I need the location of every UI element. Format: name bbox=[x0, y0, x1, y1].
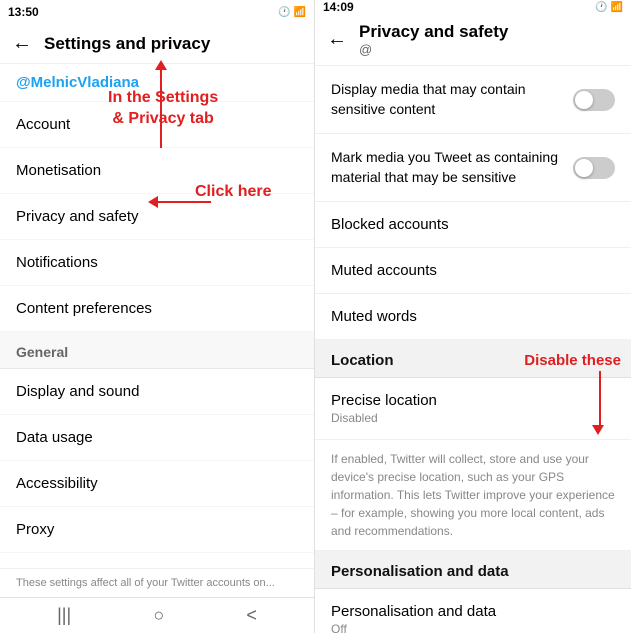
annotation-arrow-up bbox=[155, 60, 167, 148]
monetisation-menu-item[interactable]: Monetisation bbox=[0, 148, 314, 194]
right-time: 14:09 bbox=[323, 0, 354, 14]
mark-sensitive-toggle[interactable] bbox=[573, 157, 615, 179]
right-panel: 14:09 🕐 📶 ← Privacy and safety @ Display… bbox=[315, 0, 631, 633]
signal-icon: 📶 bbox=[294, 7, 306, 18]
location-description: If enabled, Twitter will collect, store … bbox=[315, 440, 631, 551]
left-bottom-nav: ||| ○ < bbox=[0, 597, 314, 633]
right-header: ← Privacy and safety @ bbox=[315, 14, 631, 66]
right-signal-icon: 📶 bbox=[611, 2, 623, 13]
left-time: 13:50 bbox=[8, 5, 39, 19]
left-nav-menu-icon[interactable]: ||| bbox=[57, 605, 71, 626]
annotation-disable-text: Disable these bbox=[524, 352, 621, 369]
about-twitter-menu-item[interactable]: About Twitter bbox=[0, 553, 314, 568]
right-page-subtitle: @ bbox=[359, 42, 508, 57]
right-status-icons: 🕐 📶 bbox=[595, 2, 623, 13]
left-nav-home-icon[interactable]: ○ bbox=[153, 605, 164, 626]
sensitive-content-toggle-item[interactable]: Display media that may contain sensitive… bbox=[315, 66, 631, 134]
muted-words-item[interactable]: Muted words bbox=[315, 294, 631, 340]
annotation-disable-container: Disable these bbox=[524, 352, 621, 435]
arrow-line-down bbox=[599, 371, 601, 426]
annotation-click-arrow bbox=[148, 196, 211, 208]
left-header: ← Settings and privacy bbox=[0, 24, 314, 64]
left-status-bar: 13:50 🕐 📶 bbox=[0, 0, 314, 24]
right-page-title: Privacy and safety bbox=[359, 22, 508, 42]
content-preferences-menu-item[interactable]: Content preferences bbox=[0, 286, 314, 332]
mark-sensitive-label: Mark media you Tweet as containing mater… bbox=[331, 148, 573, 187]
proxy-menu-item[interactable]: Proxy bbox=[0, 507, 314, 553]
notifications-menu-item[interactable]: Notifications bbox=[0, 240, 314, 286]
left-footer-text: These settings affect all of your Twitte… bbox=[0, 568, 314, 597]
personalisation-section-header: Personalisation and data bbox=[315, 551, 631, 589]
arrow-line-vertical bbox=[160, 68, 162, 148]
display-sound-menu-item[interactable]: Display and sound bbox=[0, 369, 314, 415]
annotation-disable-arrow bbox=[592, 371, 621, 435]
accessibility-menu-item[interactable]: Accessibility bbox=[0, 461, 314, 507]
left-back-button[interactable]: ← bbox=[12, 32, 32, 55]
sensitive-content-label: Display media that may contain sensitive… bbox=[331, 80, 573, 119]
left-status-icons: 🕐 📶 bbox=[278, 7, 306, 18]
personalisation-data-item[interactable]: Personalisation and data Off bbox=[315, 589, 631, 633]
personalisation-data-subtitle: Off bbox=[331, 622, 615, 633]
personalisation-data-label: Personalisation and data bbox=[331, 603, 496, 620]
mark-sensitive-toggle-item[interactable]: Mark media you Tweet as containing mater… bbox=[315, 134, 631, 202]
general-section-header: General bbox=[0, 332, 314, 369]
blocked-accounts-item[interactable]: Blocked accounts bbox=[315, 202, 631, 248]
left-nav-back-icon[interactable]: < bbox=[246, 605, 257, 626]
right-back-button[interactable]: ← bbox=[327, 28, 347, 51]
left-panel: 13:50 🕐 📶 ← Settings and privacy In the … bbox=[0, 0, 315, 633]
left-page-title: Settings and privacy bbox=[44, 34, 210, 54]
data-usage-menu-item[interactable]: Data usage bbox=[0, 415, 314, 461]
muted-accounts-item[interactable]: Muted accounts bbox=[315, 248, 631, 294]
sensitive-content-toggle[interactable] bbox=[573, 89, 615, 111]
arrow-line-horizontal bbox=[156, 201, 211, 203]
precise-location-label: Precise location bbox=[331, 392, 437, 409]
right-clock-icon: 🕐 bbox=[595, 2, 607, 13]
arrow-head-down-icon bbox=[592, 425, 604, 435]
clock-icon: 🕐 bbox=[278, 7, 290, 18]
right-status-bar: 14:09 🕐 📶 bbox=[315, 0, 631, 14]
